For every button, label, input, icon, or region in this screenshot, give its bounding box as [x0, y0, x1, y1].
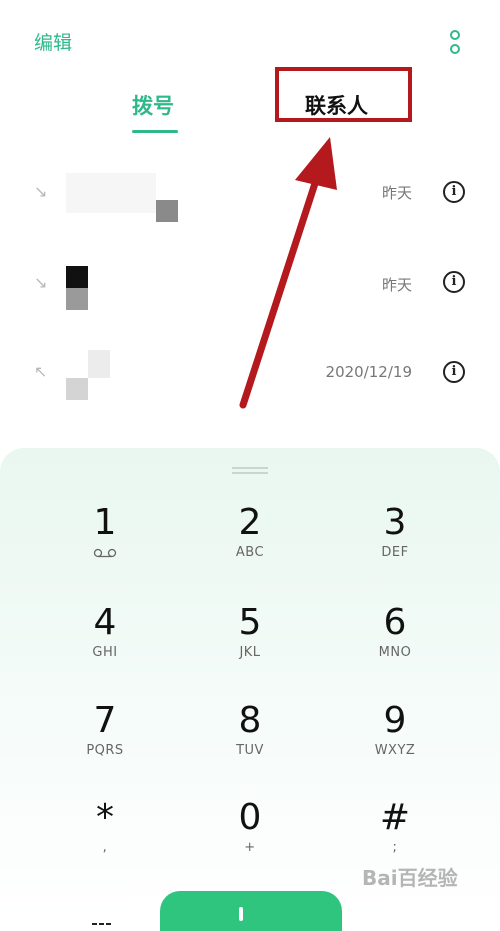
tab-dial[interactable]: 拨号: [132, 90, 174, 120]
key-2[interactable]: 2 ABC: [195, 503, 305, 583]
key-9[interactable]: 9 WXYZ: [340, 701, 450, 781]
tab-contacts[interactable]: 联系人: [305, 90, 368, 120]
incoming-call-icon: ↘: [34, 273, 48, 292]
info-icon[interactable]: i: [443, 181, 465, 203]
call-log-item[interactable]: ↘ 昨天 i: [0, 148, 500, 238]
key-1[interactable]: 1: [50, 503, 160, 583]
blurred-pixel: [66, 288, 88, 310]
dial-keypad: 1 2 ABC 3 DEF 4 GHI 5 JKL 6 MNO 7 PQRS 8…: [0, 448, 500, 931]
key-6[interactable]: 6 MNO: [340, 603, 450, 683]
blurred-pixel: [88, 350, 110, 378]
blurred-contact-name: [66, 173, 156, 213]
call-button[interactable]: [160, 891, 342, 931]
call-date: 昨天: [381, 184, 412, 202]
call-log-item[interactable]: ↖ 2020/12/19 i: [0, 328, 500, 418]
key-5[interactable]: 5 JKL: [195, 603, 305, 683]
header: 编辑: [0, 0, 500, 70]
drag-handle[interactable]: [232, 467, 268, 474]
call-date: 昨天: [381, 276, 412, 294]
blurred-pixel: [66, 266, 88, 288]
key-8[interactable]: 8 TUV: [195, 701, 305, 781]
incoming-call-icon: ↘: [34, 182, 48, 201]
watermark: Bai百经验: [362, 866, 458, 890]
blurred-pixel: [156, 200, 178, 222]
blurred-pixel: [66, 378, 88, 400]
phone-icon: [239, 907, 243, 921]
key-star[interactable]: * ,: [50, 798, 160, 878]
key-0[interactable]: 0 +: [195, 798, 305, 878]
key-7[interactable]: 7 PQRS: [50, 701, 160, 781]
tab-bar: 拨号 联系人: [0, 67, 500, 145]
call-log-item[interactable]: ↘ 昨天 i: [0, 238, 500, 328]
call-date: 2020/12/19: [325, 363, 412, 381]
key-3[interactable]: 3 DEF: [340, 503, 450, 583]
key-4[interactable]: 4 GHI: [50, 603, 160, 683]
outgoing-call-icon: ↖: [34, 362, 48, 381]
info-icon[interactable]: i: [443, 271, 465, 293]
active-tab-indicator: [132, 130, 178, 133]
more-options-icon[interactable]: [448, 30, 462, 56]
voicemail-icon: [93, 548, 117, 558]
info-icon[interactable]: i: [443, 361, 465, 383]
edit-button[interactable]: 编辑: [34, 28, 72, 55]
